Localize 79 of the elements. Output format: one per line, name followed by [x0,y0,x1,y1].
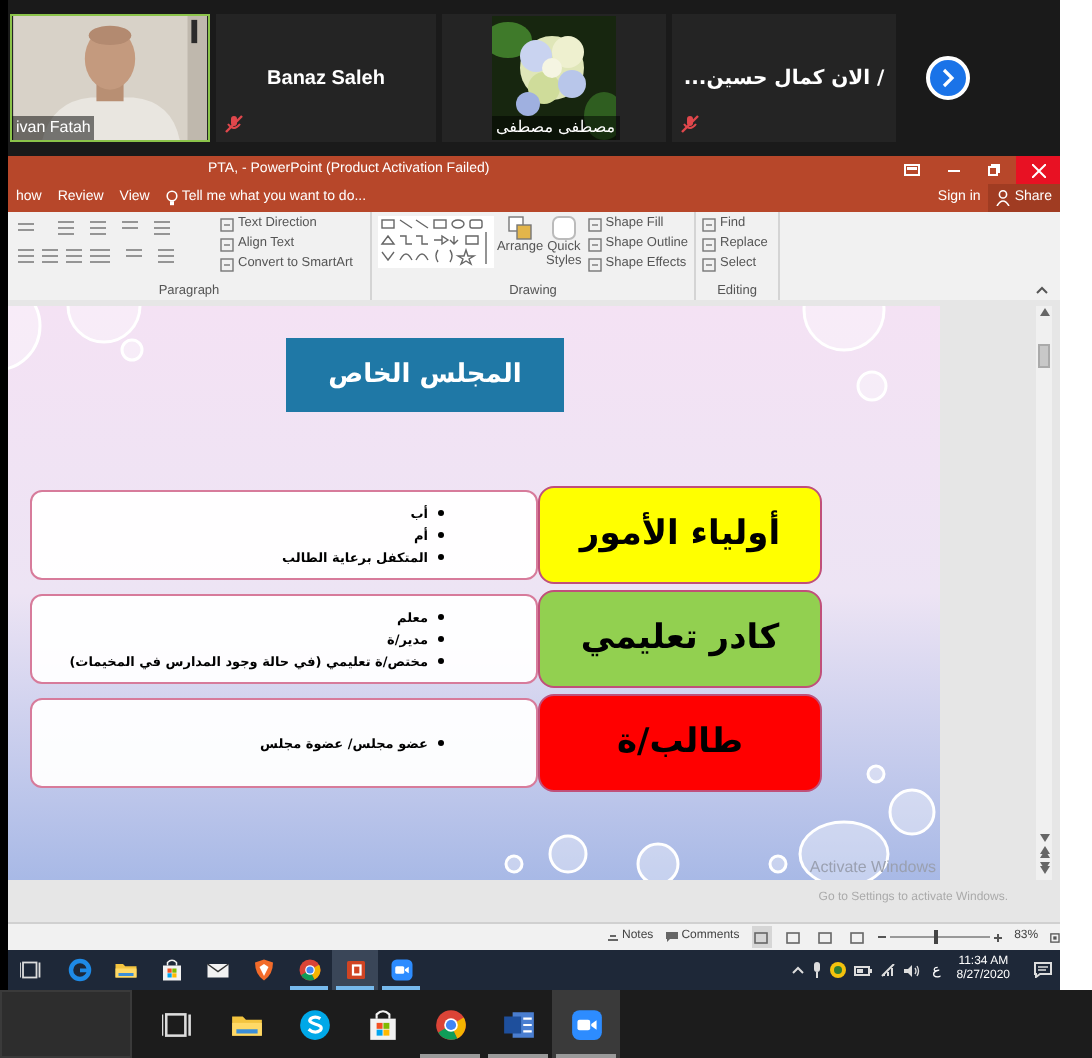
battery-icon[interactable] [854,965,873,975]
video-camera-icon [389,958,413,982]
edge-icon [67,958,91,982]
view-button[interactable] [751,926,772,948]
notes-icon [608,932,618,942]
quick-styles-icon [551,216,576,240]
chrome-icon [297,958,321,982]
shopping-bag-icon [159,958,183,982]
task-view-icon [20,958,44,982]
shopping-bag-icon [365,1007,399,1041]
slide-title: المجلس الخاص [328,357,522,394]
command-icon [587,237,602,251]
comment-icon [665,932,678,942]
view-button[interactable] [783,926,803,948]
slideshow-icon [849,931,864,943]
document-app-icon [501,1007,535,1041]
bullet-icon [438,636,444,642]
participant-name: مصطفى مصطفى [492,116,620,140]
task-view-icon [161,1007,195,1041]
envelope-icon [205,958,229,982]
command-icon [587,257,602,271]
notification-icon[interactable] [1034,962,1052,978]
page-navigation-icon[interactable] [1039,842,1049,878]
category-label: طالب/ة [616,719,744,766]
tray-app-icon[interactable] [830,962,847,978]
view-button[interactable] [814,926,835,948]
bullet-icon [438,658,444,664]
vertical-scrollbar[interactable] [1036,306,1052,880]
zoom-in-icon[interactable] [994,933,1003,941]
command-icon [702,257,716,271]
next-page-button[interactable] [926,56,970,100]
speaker-icon[interactable] [904,963,921,977]
participant-name: ivan Fatah [12,116,95,140]
participant-name: ...الان كمال حسين / [683,65,885,93]
reading-view-icon [817,931,832,943]
command-icon [702,237,716,251]
bullet-icon [438,554,444,560]
category-label: أولياء الأمور [579,509,781,558]
chevron-right-icon [938,68,958,88]
taskbar-app-button[interactable] [332,950,378,990]
scroll-up-icon[interactable] [1039,308,1049,316]
chat-bubble-icon [297,1007,331,1041]
shapes-gallery-drawing[interactable] [378,216,494,268]
arrange-icon [508,216,532,240]
shield-icon [251,958,275,982]
microphone-icon[interactable] [812,962,823,978]
participant-name: Banaz Saleh [267,65,385,93]
close-icon [1031,163,1045,177]
command-icon [220,237,234,251]
command-icon [220,257,234,271]
command-icon [702,217,716,231]
bullet-icon [438,510,444,516]
zoom-slider-thumb[interactable] [933,930,938,944]
close-button[interactable] [1016,156,1060,184]
bullet-icon [438,532,444,538]
normal-view-icon [754,931,769,943]
bullet-icon [438,614,444,620]
person-icon [996,190,1011,206]
category-label: كادر تعليمي [580,615,780,662]
lightbulb-icon [165,190,178,206]
video-camera-icon [569,1007,603,1041]
scrollbar-thumb[interactable] [1038,344,1050,368]
bullet-icon [438,740,444,746]
command-icon [587,217,602,231]
folder-icon [113,958,137,982]
command-icon [220,217,234,231]
minimize-icon[interactable] [948,169,960,171]
view-button[interactable] [846,926,867,948]
ribbon-display-icon[interactable] [904,164,920,176]
caret-up-icon[interactable] [792,966,805,974]
slide-sorter-icon [785,931,800,943]
scroll-down-icon[interactable] [1039,834,1049,842]
wifi-icon[interactable] [880,963,897,977]
chrome-icon [433,1007,467,1041]
presentation-app-icon [343,958,367,982]
taskbar-app-button[interactable] [552,990,620,1058]
restore-icon[interactable] [988,164,1000,176]
collapse-ribbon-icon[interactable] [1036,286,1048,294]
fit-to-window-icon[interactable] [1050,931,1061,943]
